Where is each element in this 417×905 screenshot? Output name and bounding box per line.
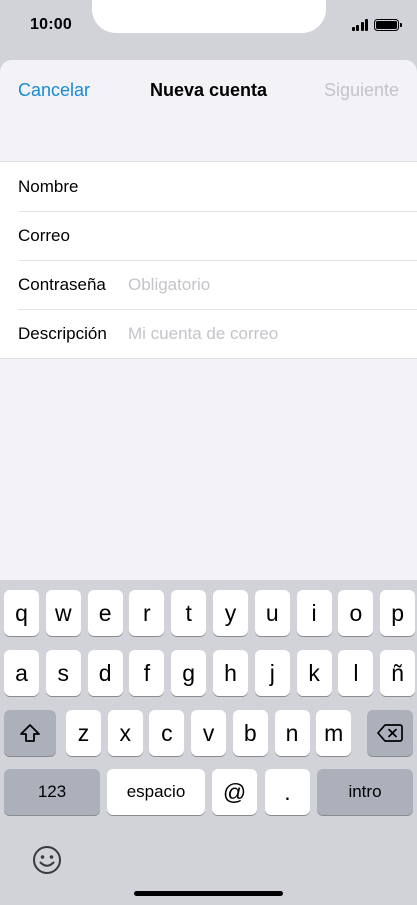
nav-bar: Cancelar Nueva cuenta Siguiente [0,60,417,122]
notch [92,0,326,33]
password-input[interactable] [128,274,417,295]
key[interactable]: r [129,590,165,636]
battery-full-icon [374,19,402,31]
password-label: Contraseña [18,274,106,294]
home-indicator [134,891,283,896]
email-input[interactable] [128,225,417,246]
key[interactable]: l [338,650,374,696]
shift-icon [20,724,40,742]
key[interactable]: w [45,590,81,636]
delete-key[interactable] [367,710,413,756]
key[interactable]: h [213,650,248,696]
emoji-smiley-icon[interactable] [30,843,64,877]
cellular-signal-icon [351,19,368,31]
key[interactable]: q [4,590,39,636]
new-account-sheet: Cancelar Nueva cuenta Siguiente Nombre C… [0,60,417,585]
key[interactable]: x [107,710,143,756]
return-key[interactable]: intro [317,769,413,815]
name-label: Nombre [18,176,79,196]
status-bar: 10:00 [0,0,417,60]
space-key[interactable]: espacio [107,769,205,815]
next-button[interactable]: Siguiente [324,80,399,101]
key[interactable]: ñ [380,650,416,696]
key[interactable]: t [171,590,207,636]
status-icons [351,18,402,32]
key[interactable]: y [213,590,248,636]
key[interactable]: s [45,650,81,696]
password-row[interactable]: Contraseña [0,260,417,309]
shift-key[interactable] [4,710,56,756]
status-time: 10:00 [30,16,72,33]
key[interactable]: f [129,650,165,696]
numbers-key[interactable]: 123 [4,769,100,815]
key[interactable]: i [296,590,332,636]
key[interactable]: e [87,590,123,636]
key[interactable]: k [296,650,332,696]
key[interactable]: n [274,710,310,756]
description-input[interactable] [128,323,417,344]
email-row[interactable]: Correo [0,211,417,260]
key[interactable]: v [191,710,227,756]
key[interactable]: p [380,590,416,636]
email-label: Correo [18,225,70,245]
description-row[interactable]: Descripción [0,309,417,358]
at-key[interactable]: @ [212,769,257,815]
key[interactable]: u [254,590,290,636]
keyboard: qwertyuiop asdfghjklñ zxcvbnm 123 espaci… [0,580,417,905]
account-form: Nombre Correo Contraseña Descripción [0,161,417,359]
key[interactable]: o [338,590,374,636]
key[interactable]: z [66,710,101,756]
description-label: Descripción [18,323,107,343]
key[interactable]: d [87,650,123,696]
name-input[interactable] [128,176,417,197]
key[interactable]: m [316,710,352,756]
key[interactable]: b [232,710,268,756]
key[interactable]: a [4,650,39,696]
dot-key[interactable]: . [265,769,310,815]
name-row[interactable]: Nombre [0,162,417,211]
key[interactable]: c [149,710,185,756]
delete-backspace-icon [377,724,403,742]
key[interactable]: g [171,650,207,696]
key[interactable]: j [254,650,290,696]
